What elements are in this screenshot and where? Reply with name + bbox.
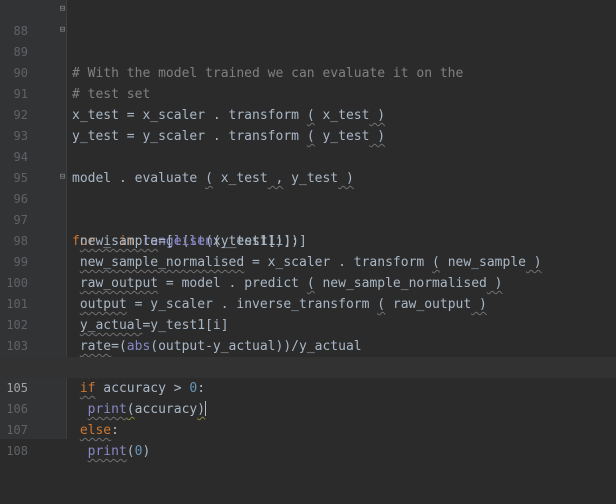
code-line[interactable]: 93 <box>0 105 616 143</box>
code-line[interactable]: 96 ⊟ for i in range(len(y_test1)): <box>0 168 616 249</box>
code-line[interactable]: 107 print(0) <box>0 399 616 459</box>
code-line[interactable]: 95 <box>0 147 616 185</box>
line-number: 108 <box>6 444 28 458</box>
code-line[interactable]: 104 if accuracy > 0: <box>0 336 616 396</box>
code-line[interactable]: 101 y_actual=y_test1[i] <box>0 273 616 333</box>
code-line[interactable]: 91 x_test = x_scaler . transform ( x_tes… <box>0 63 616 123</box>
code-editor[interactable]: 88 ⊟ # With the model trained we can eva… <box>0 0 616 459</box>
fold-toggle-icon[interactable]: ⊟ <box>58 4 67 15</box>
code-line[interactable]: 102 rate=(abs(output-y_actual))/y_actual <box>0 294 616 354</box>
code-line[interactable]: 89 ⊟ # test set <box>0 21 616 102</box>
code-line[interactable]: 108 <box>0 420 616 458</box>
code-line[interactable]: 100 output = y_scaler . inverse_transfor… <box>0 252 616 312</box>
code-text[interactable]: print(0) <box>72 441 151 462</box>
number-literal: 0 <box>134 444 143 459</box>
code-line-current[interactable]: 105 print(accuracy) <box>0 357 616 417</box>
fold-toggle-icon[interactable]: ⊟ <box>58 172 67 183</box>
builtin-print: print <box>87 444 127 459</box>
code-line[interactable]: 99 raw_output = model . predict ( new_sa… <box>0 231 616 291</box>
code-line[interactable]: 97 new_sample=[list(x_test1[i])] <box>0 189 616 249</box>
code-line[interactable]: 103 accuracy = 1 - rate <box>0 315 616 375</box>
code-line[interactable]: 106 else: <box>0 378 616 438</box>
code-line[interactable]: 88 ⊟ # With the model trained we can eva… <box>0 0 616 81</box>
code-line[interactable]: 94 model . evaluate ( x_test , y_test ) <box>0 126 616 186</box>
code-line[interactable]: 98 new_sample_normalised = x_scaler . tr… <box>0 210 616 270</box>
code-line[interactable]: 90 <box>0 42 616 80</box>
code-line[interactable]: 92 y_test = y_scaler . transform ( y_tes… <box>0 84 616 144</box>
fold-toggle-icon[interactable]: ⊟ <box>58 25 67 36</box>
